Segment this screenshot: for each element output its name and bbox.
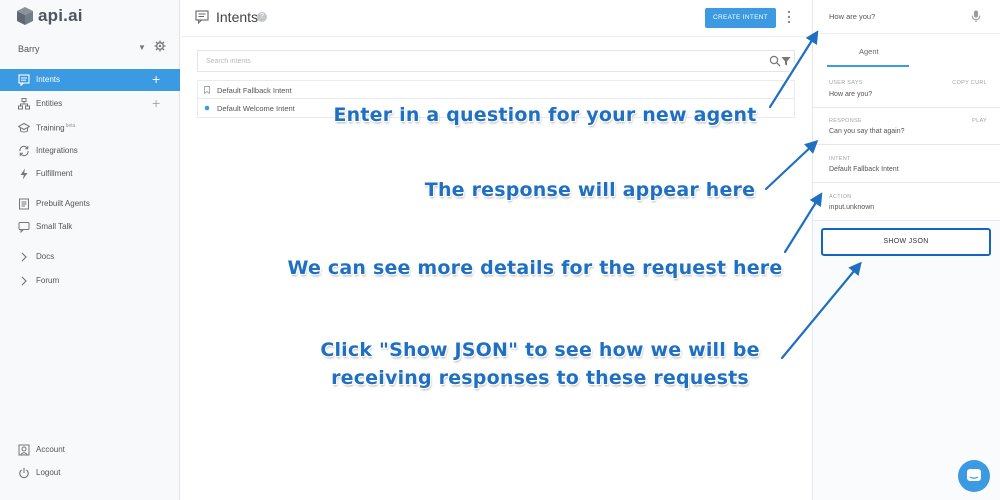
query-text: How are you?: [829, 12, 876, 21]
sidebar-item-entities[interactable]: Entities +: [0, 93, 180, 115]
more-options-icon[interactable]: [787, 10, 791, 24]
sidebar-item-label: Training: [36, 123, 65, 133]
sidebar-item-label: Small Talk: [36, 222, 73, 231]
add-entity-plus-icon[interactable]: +: [152, 95, 160, 111]
cube-logo-icon: [17, 7, 33, 25]
chat-support-button[interactable]: [958, 460, 990, 492]
chevron-right-icon: [21, 276, 27, 286]
brand-name: api.ai: [38, 6, 83, 25]
beta-badge: beta: [65, 123, 76, 129]
user-says-section: USER SAYS COPY CURL How are you?: [813, 68, 1000, 108]
sidebar: api.ai Barry ▼ Intents + Entities + Trai…: [0, 0, 180, 500]
user-says-label: USER SAYS: [829, 80, 863, 86]
sidebar-item-training[interactable]: Trainingbeta: [0, 117, 180, 139]
response-section: RESPONSE PLAY Can you say that again?: [813, 108, 1000, 145]
create-intent-button[interactable]: CREATE INTENT: [705, 8, 776, 28]
intent-label: INTENT: [829, 156, 851, 162]
intent-name: Default Fallback Intent: [217, 86, 292, 95]
add-intent-plus-icon[interactable]: +: [152, 71, 160, 87]
training-icon: [18, 122, 30, 133]
annotation-show-json-line2: receiving responses to these requests: [331, 367, 749, 389]
sidebar-item-prebuilt-agents[interactable]: Prebuilt Agents: [0, 193, 180, 215]
sidebar-item-forum[interactable]: Forum: [0, 270, 180, 292]
action-value: input.unknown: [829, 204, 875, 211]
tab-underline: [827, 65, 909, 67]
bookmark-icon: [204, 86, 210, 94]
sidebar-item-label: Intents: [36, 75, 61, 84]
sidebar-item-label: Entities: [36, 99, 63, 108]
sidebar-item-small-talk[interactable]: Small Talk: [0, 216, 180, 238]
power-icon: [19, 467, 29, 479]
annotation-details: We can see more details for the request …: [287, 257, 783, 279]
arrow-to-response: [764, 139, 819, 191]
list-item[interactable]: Default Fallback Intent: [197, 80, 795, 99]
tab-label: Agent: [859, 47, 879, 56]
annotation-response: The response will appear here: [424, 179, 756, 201]
annotation-show-json-line1: Click "Show JSON" to see how we will be: [320, 339, 760, 361]
tab-agent[interactable]: Agent: [813, 34, 1000, 68]
filter-icon[interactable]: [781, 56, 791, 66]
sidebar-item-account[interactable]: Account: [0, 439, 180, 461]
sidebar-item-label: Integrations: [36, 146, 78, 155]
fulfillment-icon: [20, 168, 28, 180]
sidebar-item-fulfillment[interactable]: Fulfillment: [0, 163, 180, 185]
integrations-icon: [19, 145, 29, 157]
sidebar-item-label: Docs: [36, 252, 55, 261]
user-says-value: How are you?: [829, 91, 873, 98]
action-label: ACTION: [829, 194, 852, 200]
annotation-enter-question: Enter in a question for your new agent: [333, 104, 757, 126]
small-talk-icon: [18, 222, 30, 233]
account-icon: [18, 444, 30, 456]
copy-curl-link[interactable]: COPY CURL: [952, 80, 987, 86]
sidebar-item-intents[interactable]: Intents +: [0, 69, 180, 91]
logo[interactable]: api.ai: [16, 6, 83, 26]
sidebar-item-logout[interactable]: Logout: [0, 462, 180, 484]
search-icon[interactable]: [769, 55, 781, 67]
sidebar-item-integrations[interactable]: Integrations: [0, 140, 180, 162]
response-value: Can you say that again?: [829, 128, 905, 135]
sidebar-item-docs[interactable]: Docs: [0, 246, 180, 268]
caret-down-icon[interactable]: ▼: [138, 43, 146, 52]
sidebar-item-label-wrap: Trainingbeta: [36, 123, 75, 133]
action-section: ACTION input.unknown: [813, 183, 1000, 221]
agent-name: Barry: [18, 44, 40, 54]
microphone-icon[interactable]: [971, 10, 981, 23]
intent-value: Default Fallback Intent: [829, 166, 899, 173]
intent-name: Default Welcome Intent: [217, 104, 295, 113]
sidebar-item-label: Prebuilt Agents: [36, 199, 90, 208]
sidebar-item-label: Fulfillment: [36, 169, 73, 178]
intents-icon: [195, 10, 209, 24]
sidebar-item-label: Account: [36, 445, 65, 454]
page-title: Intents: [216, 9, 259, 25]
play-link[interactable]: PLAY: [972, 118, 987, 124]
chat-icon: [967, 469, 981, 481]
entities-icon: [18, 98, 30, 110]
page-header: Intents ? CREATE INTENT: [181, 0, 812, 37]
response-label: RESPONSE: [829, 118, 862, 124]
intents-icon: [18, 74, 30, 86]
help-icon[interactable]: ?: [257, 12, 267, 22]
show-json-button[interactable]: SHOW JSON: [821, 228, 991, 256]
agent-selector[interactable]: Barry ▼: [18, 40, 168, 56]
sidebar-item-label: Forum: [36, 276, 60, 285]
search-input[interactable]: [206, 55, 746, 68]
prebuilt-agents-icon: [19, 198, 29, 210]
search-bar: [197, 50, 795, 72]
sidebar-item-label: Logout: [36, 468, 61, 477]
dot-icon: [204, 105, 210, 111]
intent-section: INTENT Default Fallback Intent: [813, 145, 1000, 183]
gear-icon[interactable]: [154, 40, 166, 52]
chevron-right-icon: [21, 252, 27, 262]
console-query-input[interactable]: How are you?: [813, 0, 1000, 34]
